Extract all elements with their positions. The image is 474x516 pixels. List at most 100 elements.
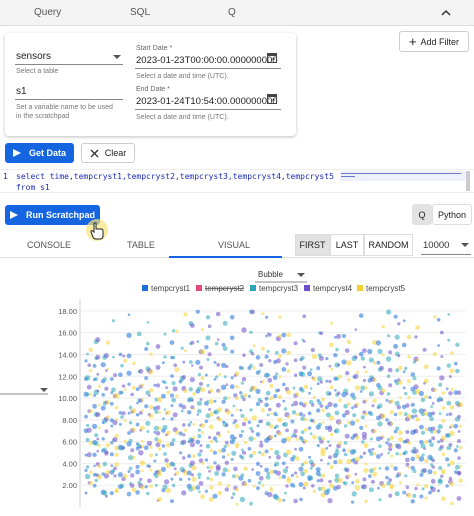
data-point[interactable] [157,426,162,430]
data-point[interactable] [230,376,234,380]
data-point[interactable] [438,465,443,471]
data-point[interactable] [121,384,126,388]
data-point[interactable] [402,370,406,374]
data-point[interactable] [302,314,307,319]
data-point[interactable] [129,483,135,488]
chart-type-select[interactable]: Bubble [258,270,283,279]
data-point[interactable] [200,349,206,355]
data-point[interactable] [371,447,375,451]
data-point[interactable] [250,352,255,356]
data-point[interactable] [302,365,307,370]
data-point[interactable] [321,436,325,441]
data-point[interactable] [328,392,332,396]
data-point[interactable] [354,328,358,331]
data-point[interactable] [364,412,368,416]
data-point[interactable] [388,383,393,388]
data-point[interactable] [269,435,274,440]
data-point[interactable] [313,421,316,424]
last-page-button[interactable]: LAST [330,234,364,256]
data-point[interactable] [390,454,394,458]
data-point[interactable] [241,327,247,333]
data-point[interactable] [282,399,286,403]
data-point[interactable] [294,447,297,451]
data-point[interactable] [255,388,261,394]
data-point[interactable] [432,470,437,475]
data-point[interactable] [163,355,167,359]
data-point[interactable] [155,405,161,410]
data-point[interactable] [149,468,153,472]
data-point[interactable] [458,402,464,408]
data-point[interactable] [269,469,274,475]
data-point[interactable] [264,467,269,473]
data-point[interactable] [163,332,167,336]
data-point[interactable] [171,483,176,488]
data-point[interactable] [457,430,461,433]
data-point[interactable] [379,365,384,371]
data-point[interactable] [106,340,110,345]
data-point[interactable] [208,408,212,411]
data-point[interactable] [100,362,106,368]
data-point[interactable] [267,492,273,498]
data-point[interactable] [209,388,214,393]
data-point[interactable] [119,483,125,488]
data-point[interactable] [378,444,382,448]
data-point[interactable] [281,332,287,338]
data-point[interactable] [247,446,252,451]
legend-label[interactable]: tempcryst1 [151,284,191,293]
data-point[interactable] [327,440,330,443]
data-point[interactable] [390,464,394,468]
data-point[interactable] [298,482,304,487]
data-point[interactable] [410,499,415,504]
data-point[interactable] [422,347,427,352]
data-point[interactable] [395,452,399,456]
data-point[interactable] [197,472,202,477]
data-point[interactable] [336,391,341,396]
data-point[interactable] [345,392,349,396]
data-point[interactable] [303,481,309,487]
data-point[interactable] [440,355,444,358]
data-point[interactable] [165,487,171,494]
data-point[interactable] [252,450,257,455]
data-point[interactable] [381,325,385,329]
data-point[interactable] [178,477,183,481]
data-point[interactable] [265,334,268,338]
data-point[interactable] [338,374,343,379]
data-point[interactable] [248,436,254,442]
data-point[interactable] [216,338,220,341]
data-point[interactable] [376,360,381,365]
data-point[interactable] [187,477,191,481]
data-point[interactable] [224,460,229,465]
data-point[interactable] [277,417,283,423]
data-point[interactable] [274,424,279,429]
data-point[interactable] [109,452,114,457]
data-point[interactable] [300,416,305,421]
data-point[interactable] [267,332,272,337]
data-point[interactable] [307,411,312,416]
data-point[interactable] [169,441,175,447]
data-point[interactable] [208,424,214,430]
data-point[interactable] [325,447,329,450]
data-point[interactable] [235,408,239,412]
data-point[interactable] [172,329,176,333]
legend-label[interactable]: tempcryst5 [366,284,406,293]
data-point[interactable] [215,311,221,317]
data-point[interactable] [355,435,360,440]
data-point[interactable] [259,363,264,367]
data-point[interactable] [146,321,150,324]
data-point[interactable] [320,486,326,492]
data-point[interactable] [338,441,343,446]
data-point[interactable] [276,388,281,392]
data-point[interactable] [300,371,306,377]
data-point[interactable] [268,455,272,459]
data-point[interactable] [439,330,444,335]
data-point[interactable] [388,478,393,482]
data-point[interactable] [309,432,313,435]
data-point[interactable] [268,407,272,412]
data-point[interactable] [92,483,97,488]
data-point[interactable] [292,485,296,488]
data-point[interactable] [233,419,238,423]
data-point[interactable] [293,429,298,434]
data-point[interactable] [96,437,100,441]
data-point[interactable] [403,450,408,455]
data-point[interactable] [255,461,261,466]
